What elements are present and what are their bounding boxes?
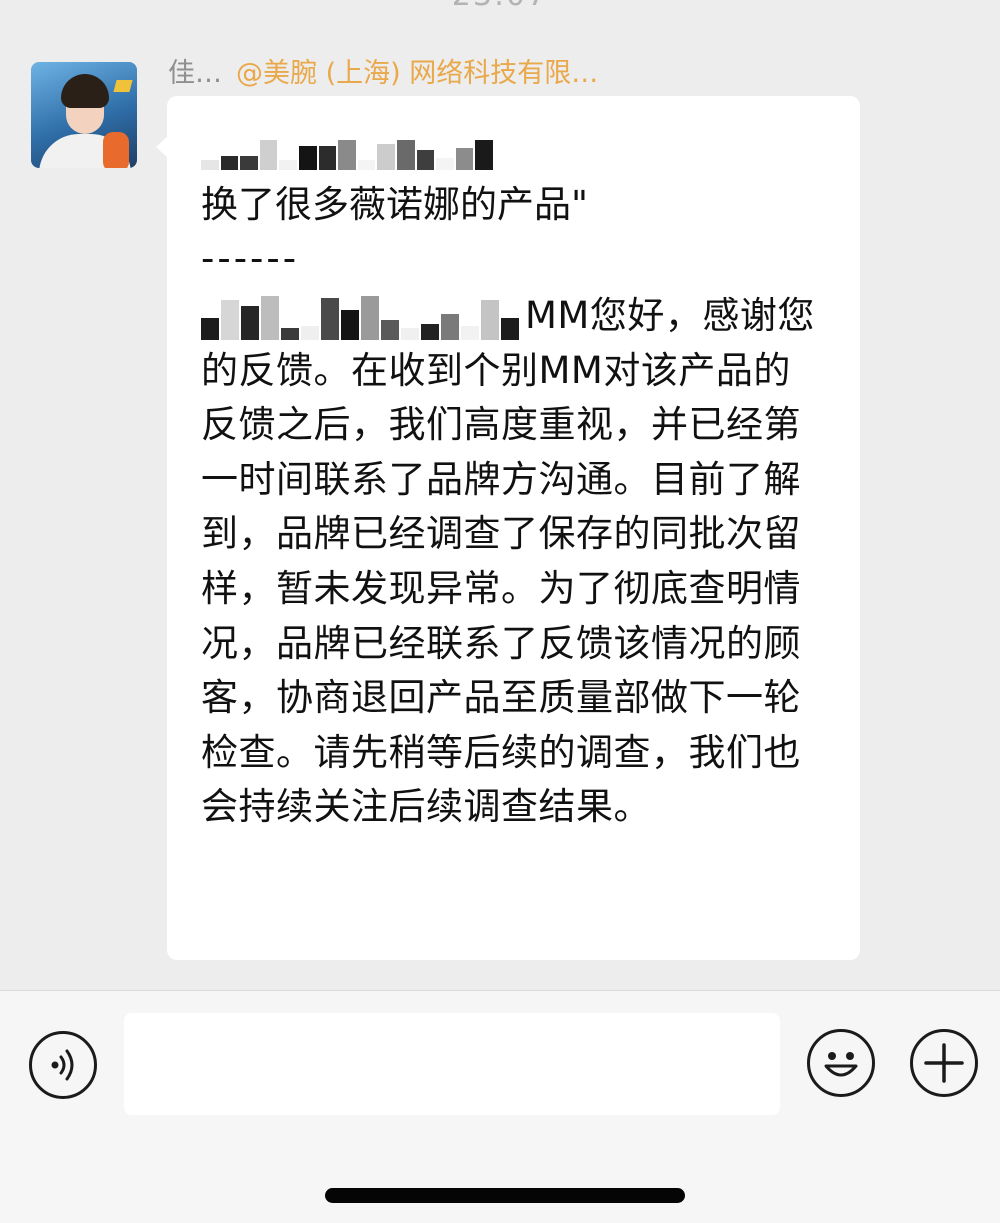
redacted-mosaic <box>201 140 493 170</box>
plus-icon <box>913 1032 975 1094</box>
emoji-icon <box>810 1032 872 1094</box>
sender-name: 佳… <box>168 58 222 89</box>
voice-button[interactable] <box>29 1031 97 1099</box>
quoted-text: 换了很多薇诺娜的产品" <box>201 183 589 226</box>
sender-line: 佳… @美腕 (上海) 网络科技有限… <box>168 51 598 90</box>
plus-button[interactable] <box>910 1029 978 1097</box>
emoji-button[interactable] <box>807 1029 875 1097</box>
sender-org: @美腕 (上海) 网络科技有限… <box>236 58 599 89</box>
message-bubble[interactable]: 换了很多薇诺娜的产品" ------ MM您好，感谢您的反馈。在收到个别MM对该… <box>167 96 860 960</box>
avatar[interactable] <box>31 62 137 168</box>
reply-text: MM您好，感谢您的反馈。在收到个别MM对该产品的反馈之后，我们高度重视，并已经第… <box>201 294 815 829</box>
message-input[interactable] <box>124 1013 780 1115</box>
chat-area: 23:07 佳…@美腕 (上海) 网络科技有限… 换了很多薇 <box>0 0 1000 990</box>
voice-icon <box>32 1034 94 1096</box>
status-time: 23:07 <box>0 0 1000 13</box>
home-indicator[interactable] <box>325 1188 685 1203</box>
separator: ------ <box>201 237 300 280</box>
